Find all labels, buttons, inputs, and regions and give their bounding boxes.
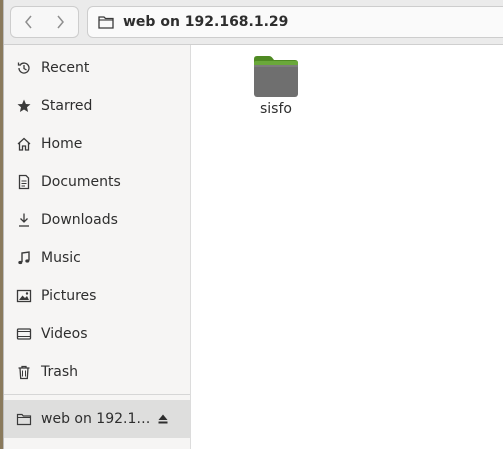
sidebar-item-label: Downloads bbox=[41, 212, 118, 228]
star-icon bbox=[16, 98, 32, 114]
sidebar-item-network-mount[interactable]: web on 192.1… bbox=[4, 400, 190, 438]
sidebar-item-music[interactable]: Music bbox=[4, 239, 190, 277]
folder-icon bbox=[97, 13, 115, 31]
sidebar-separator bbox=[4, 394, 190, 395]
file-manager-window: web on 192.168.1.29 Recent Starred Home … bbox=[3, 0, 503, 449]
sidebar-item-label: Pictures bbox=[41, 288, 97, 304]
back-button[interactable] bbox=[10, 6, 45, 38]
sidebar-item-downloads[interactable]: Downloads bbox=[4, 201, 190, 239]
header-bar: web on 192.168.1.29 bbox=[4, 0, 503, 45]
download-icon bbox=[16, 212, 32, 228]
sidebar-item-label: Music bbox=[41, 250, 81, 266]
location-bar[interactable]: web on 192.168.1.29 bbox=[87, 6, 503, 38]
sidebar: Recent Starred Home Documents Downloads … bbox=[4, 45, 191, 449]
sidebar-item-recent[interactable]: Recent bbox=[4, 49, 190, 87]
folder-icon bbox=[254, 56, 298, 97]
forward-button[interactable] bbox=[44, 6, 79, 38]
sidebar-item-label: Starred bbox=[41, 98, 93, 114]
sidebar-item-pictures[interactable]: Pictures bbox=[4, 277, 190, 315]
sidebar-item-videos[interactable]: Videos bbox=[4, 315, 190, 353]
video-icon bbox=[16, 326, 32, 342]
sidebar-item-home[interactable]: Home bbox=[4, 125, 190, 163]
trash-icon bbox=[16, 364, 32, 380]
eject-icon[interactable] bbox=[156, 412, 170, 426]
folder-icon bbox=[16, 411, 32, 427]
location-text: web on 192.168.1.29 bbox=[123, 14, 289, 30]
file-name: sisfo bbox=[260, 101, 292, 117]
sidebar-item-label: Home bbox=[41, 136, 83, 152]
file-view: sisfo bbox=[192, 45, 503, 449]
sidebar-item-label: web on 192.1… bbox=[41, 411, 151, 427]
chevron-right-icon bbox=[57, 15, 64, 29]
music-icon bbox=[16, 250, 32, 266]
sidebar-item-label: Videos bbox=[41, 326, 88, 342]
folder-item[interactable]: sisfo bbox=[242, 53, 310, 123]
sidebar-item-label: Recent bbox=[41, 60, 90, 76]
sidebar-item-label: Trash bbox=[41, 364, 78, 380]
chevron-left-icon bbox=[24, 15, 32, 29]
sidebar-item-label: Documents bbox=[41, 174, 121, 190]
sidebar-item-starred[interactable]: Starred bbox=[4, 87, 190, 125]
home-icon bbox=[16, 136, 32, 152]
picture-icon bbox=[16, 288, 32, 304]
sidebar-item-documents[interactable]: Documents bbox=[4, 163, 190, 201]
clock-icon bbox=[16, 60, 32, 76]
document-icon bbox=[16, 174, 32, 190]
sidebar-item-trash[interactable]: Trash bbox=[4, 353, 190, 391]
